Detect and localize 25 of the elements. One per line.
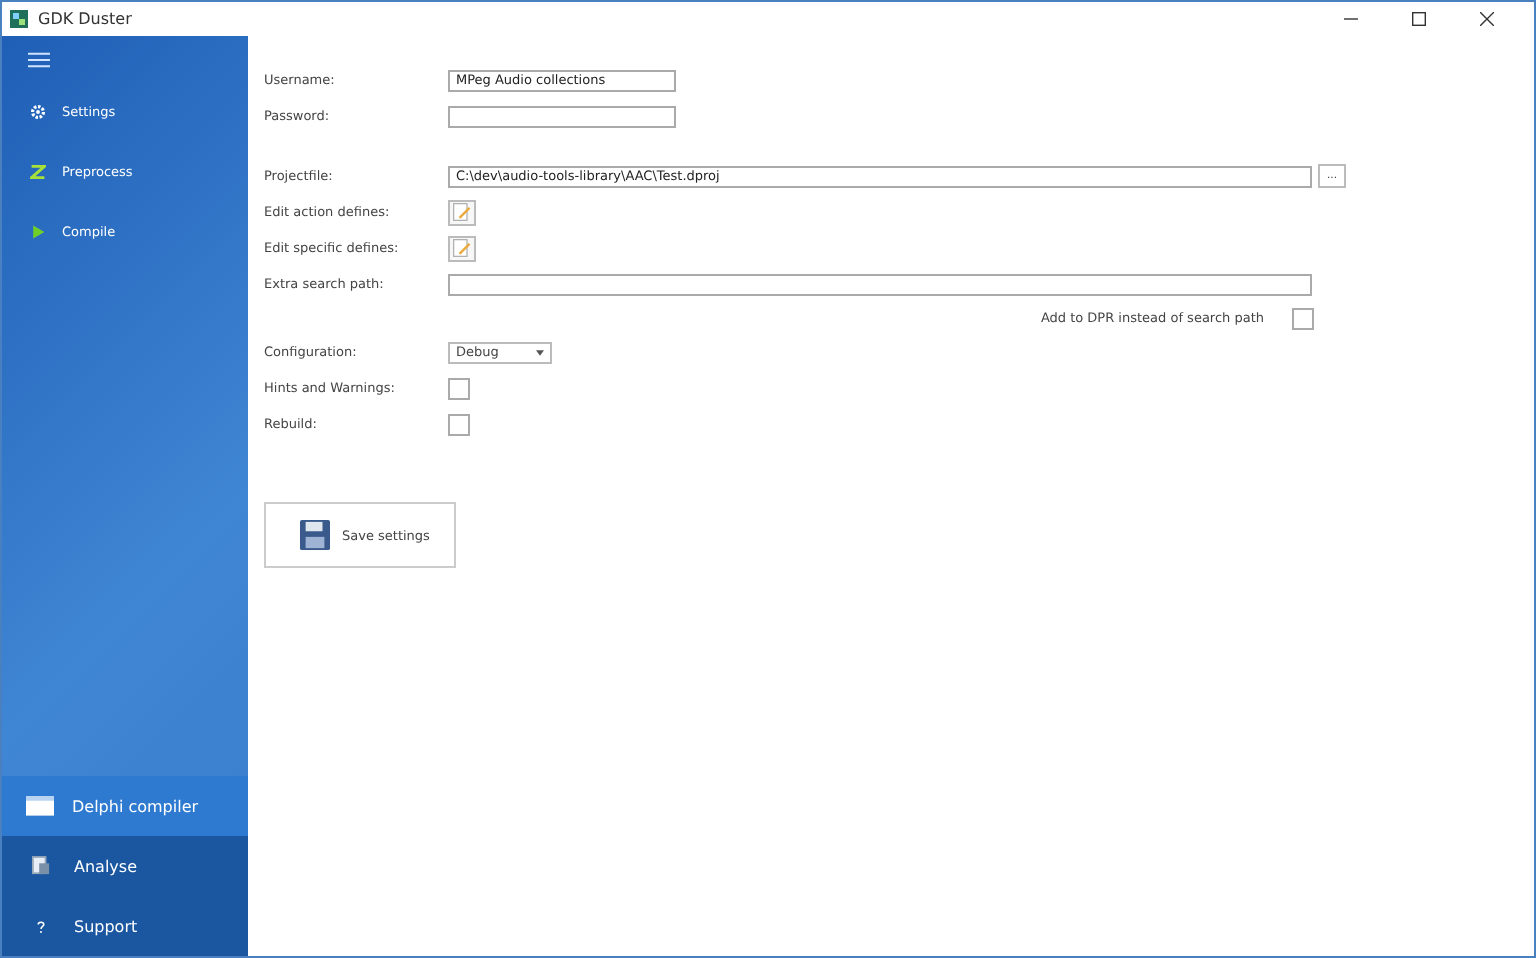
sidebar-section[interactable]: Delphi compiler: [2, 776, 248, 836]
dropdown-arrow-icon: [536, 349, 544, 355]
checkbox[interactable]: [1292, 307, 1314, 329]
input-field[interactable]: [448, 273, 1312, 295]
edit-button[interactable]: [448, 199, 476, 225]
pencil-icon: [452, 238, 472, 258]
gear-icon: [30, 104, 46, 120]
checkbox[interactable]: [448, 377, 470, 399]
window-icon: [26, 796, 54, 816]
sidebar-section[interactable]: Analyse: [2, 836, 248, 896]
play-icon: [30, 224, 46, 240]
sidebar-section[interactable]: Support: [2, 896, 248, 956]
checkbox[interactable]: [448, 413, 470, 435]
document-icon: [32, 856, 50, 876]
edit-button[interactable]: [448, 235, 476, 261]
minimize-icon[interactable]: [1344, 12, 1358, 26]
maximize-icon[interactable]: [1412, 12, 1426, 26]
menu-icon[interactable]: [28, 52, 50, 68]
question-mark-icon: [34, 919, 48, 933]
z-icon: [30, 164, 46, 180]
window-title: GDK Duster: [38, 10, 132, 28]
close-icon[interactable]: [1480, 12, 1494, 26]
app-icon: [10, 10, 28, 28]
pencil-icon: [452, 202, 472, 222]
input-field[interactable]: [448, 105, 676, 127]
